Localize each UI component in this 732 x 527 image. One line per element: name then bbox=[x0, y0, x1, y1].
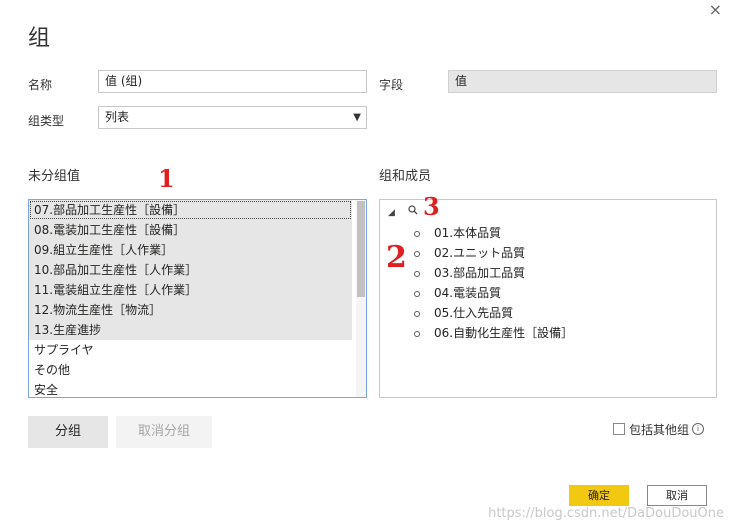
member-label: 04.電装品質 bbox=[434, 286, 502, 300]
bullet-icon bbox=[414, 330, 420, 337]
ungrouped-title: 未分组值 bbox=[28, 169, 81, 184]
watermark: https://blog.csdn.net/DaDouDouOne bbox=[488, 506, 724, 521]
members-title: 组和成员 bbox=[379, 169, 432, 184]
annotation-2: 2 bbox=[386, 240, 407, 275]
ungroup-button[interactable]: 取消分组 bbox=[116, 416, 212, 448]
ungrouped-item[interactable]: 安全 bbox=[29, 380, 352, 397]
bullet-icon bbox=[414, 270, 420, 277]
member-item[interactable]: 06.自動化生産性［設備］ bbox=[414, 323, 573, 343]
bullet-icon bbox=[414, 310, 420, 317]
ungrouped-item[interactable]: 09.組立生産性［人作業］ bbox=[29, 240, 352, 260]
ungrouped-item[interactable]: 13.生産進捗 bbox=[29, 320, 352, 340]
scrollbar-thumb[interactable] bbox=[357, 201, 365, 297]
name-label: 名称 bbox=[28, 78, 53, 92]
ungrouped-item[interactable]: その他 bbox=[29, 360, 352, 380]
dialog-title: 组 bbox=[28, 26, 51, 51]
bullet-icon bbox=[414, 230, 420, 237]
member-label: 06.自動化生産性［設備］ bbox=[434, 326, 574, 340]
bullet-icon bbox=[414, 250, 420, 257]
member-label: 05.仕入先品質 bbox=[434, 306, 514, 320]
member-label: 02.ユニット品質 bbox=[434, 246, 526, 260]
include-other-checkbox[interactable] bbox=[613, 423, 625, 435]
group-type-label: 组类型 bbox=[28, 114, 65, 128]
ungrouped-item[interactable]: 08.電装加工生産性［設備］ bbox=[29, 220, 352, 240]
field-value: 值 bbox=[448, 70, 717, 93]
search-icon[interactable] bbox=[408, 205, 418, 218]
ungrouped-item[interactable]: 11.電装組立生産性［人作業］ bbox=[29, 280, 352, 300]
member-item[interactable]: 02.ユニット品質 bbox=[414, 243, 525, 263]
ungrouped-rows: 07.部品加工生産性［設備］ 08.電装加工生産性［設備］ 09.組立生産性［人作業… bbox=[29, 200, 366, 397]
member-item[interactable]: 05.仕入先品質 bbox=[414, 303, 513, 323]
ungrouped-item[interactable]: 10.部品加工生産性［人作業］ bbox=[29, 260, 352, 280]
info-icon[interactable]: i bbox=[692, 423, 704, 435]
member-item[interactable]: 01.本体品質 bbox=[414, 223, 501, 243]
ok-button[interactable]: 确定 bbox=[569, 485, 629, 506]
ungrouped-item[interactable]: 12.物流生産性［物流］ bbox=[29, 300, 352, 320]
field-label: 字段 bbox=[379, 78, 404, 92]
members-box: ◢ 01.本体品質 02.ユニット品質 03.部品加工品質 04.電装品質 05.仕入先… bbox=[379, 199, 717, 398]
include-other-label: 包括其他组 bbox=[629, 423, 690, 437]
group-type-value: 列表 bbox=[105, 110, 130, 124]
dropdown-arrow-icon: ▼ bbox=[353, 112, 361, 123]
annotation-3: 3 bbox=[423, 192, 440, 221]
expand-triangle-icon[interactable]: ◢ bbox=[388, 208, 395, 218]
close-icon[interactable]: × bbox=[709, 0, 722, 19]
group-type-select[interactable]: 列表 ▼ bbox=[98, 106, 367, 129]
ungrouped-item[interactable]: 07.部品加工生産性［設備］ bbox=[29, 200, 352, 220]
member-item[interactable]: 03.部品加工品質 bbox=[414, 263, 525, 283]
cancel-button[interactable]: 取消 bbox=[647, 485, 707, 506]
ungrouped-item[interactable]: サプライヤ bbox=[29, 340, 352, 360]
listbox-scrollbar[interactable] bbox=[356, 200, 366, 397]
ungrouped-listbox[interactable]: 07.部品加工生産性［設備］ 08.電装加工生産性［設備］ 09.組立生産性［人作業… bbox=[28, 199, 367, 398]
group-button[interactable]: 分组 bbox=[28, 416, 108, 448]
member-label: 03.部品加工品質 bbox=[434, 266, 526, 280]
annotation-1: 1 bbox=[158, 164, 175, 193]
name-input[interactable]: 值 (组) bbox=[98, 70, 367, 93]
bullet-icon bbox=[414, 290, 420, 297]
members-tree-header: ◢ bbox=[388, 205, 418, 218]
member-item[interactable]: 04.電装品質 bbox=[414, 283, 501, 303]
member-label: 01.本体品質 bbox=[434, 226, 502, 240]
